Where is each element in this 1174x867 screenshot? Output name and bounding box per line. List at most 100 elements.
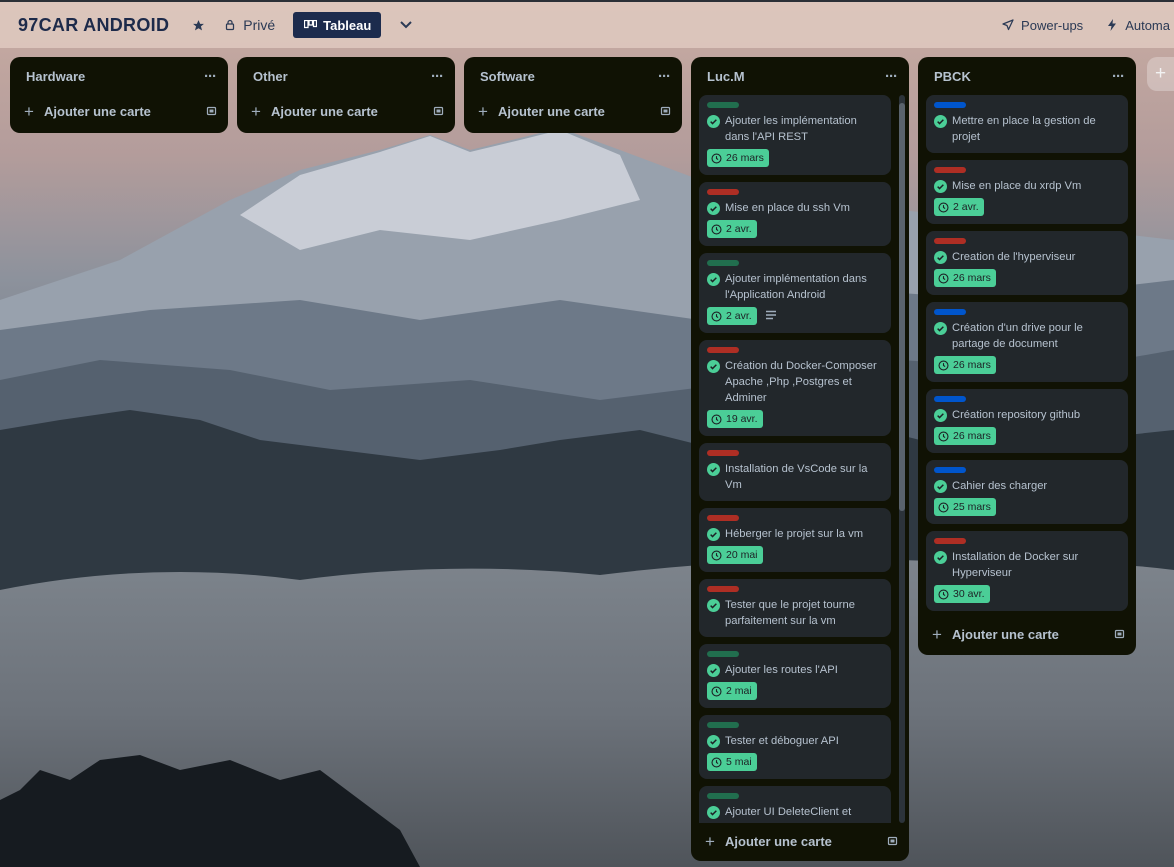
list-title[interactable]: PBCK bbox=[934, 69, 971, 84]
list-menu-button[interactable]: ··· bbox=[885, 69, 898, 84]
check-complete-icon[interactable] bbox=[934, 114, 947, 128]
list-menu-button[interactable]: ··· bbox=[1112, 69, 1125, 84]
card[interactable]: Héberger le projet sur la vm 20 mai bbox=[699, 508, 891, 572]
add-card-button[interactable]: + Ajouter une carte bbox=[237, 95, 455, 127]
card-label-red[interactable] bbox=[934, 167, 966, 173]
due-date-badge[interactable]: 5 mai bbox=[707, 753, 757, 771]
board-title[interactable]: 97CAR ANDROID bbox=[18, 15, 169, 36]
template-icon[interactable] bbox=[660, 105, 672, 117]
card[interactable]: Création du Docker-Composer Apache ,Php … bbox=[699, 340, 891, 436]
card[interactable]: Installation de VsCode sur la Vm bbox=[699, 443, 891, 501]
check-complete-icon[interactable] bbox=[707, 114, 720, 128]
card-label-green[interactable] bbox=[707, 102, 739, 108]
check-complete-icon[interactable] bbox=[934, 321, 947, 335]
card[interactable]: Tester et déboguer API 5 mai bbox=[699, 715, 891, 779]
due-date-badge[interactable]: 19 avr. bbox=[707, 410, 763, 428]
visibility-button[interactable]: Privé bbox=[219, 10, 279, 40]
powerups-button[interactable]: Power-ups bbox=[997, 10, 1087, 40]
card-label-green[interactable] bbox=[707, 722, 739, 728]
add-card-button[interactable]: + Ajouter une carte bbox=[918, 618, 1136, 650]
card-label-green[interactable] bbox=[707, 260, 739, 266]
list-scrollbar[interactable] bbox=[899, 95, 905, 823]
check-complete-icon[interactable] bbox=[934, 479, 947, 493]
card-label-blue[interactable] bbox=[934, 467, 966, 473]
card-label-red[interactable] bbox=[934, 538, 966, 544]
due-date-badge[interactable]: 26 mars bbox=[707, 149, 769, 167]
card[interactable]: Mise en place du ssh Vm 2 avr. bbox=[699, 182, 891, 246]
card-label-red[interactable] bbox=[707, 450, 739, 456]
add-card-button[interactable]: + Ajouter une carte bbox=[10, 95, 228, 127]
due-date-badge[interactable]: 26 mars bbox=[934, 427, 996, 445]
automation-button[interactable]: Automa bbox=[1101, 10, 1174, 40]
card[interactable]: Création repository github 26 mars bbox=[926, 389, 1128, 453]
star-button[interactable] bbox=[187, 10, 209, 40]
check-complete-icon[interactable] bbox=[707, 663, 720, 677]
list-menu-button[interactable]: ··· bbox=[431, 69, 444, 84]
due-date-badge[interactable]: 26 mars bbox=[934, 356, 996, 374]
card[interactable]: Installation de Docker sur Hyperviseur 30… bbox=[926, 531, 1128, 611]
card-label-red[interactable] bbox=[934, 238, 966, 244]
card-label-red[interactable] bbox=[707, 586, 739, 592]
card-label-red[interactable] bbox=[707, 189, 739, 195]
check-complete-icon[interactable] bbox=[934, 250, 947, 264]
card[interactable]: Cahier des charger 25 mars bbox=[926, 460, 1128, 524]
template-icon[interactable] bbox=[887, 835, 899, 847]
card-label-green[interactable] bbox=[707, 793, 739, 799]
card[interactable]: Ajouter UI DeleteClient et DeleteVoiture… bbox=[699, 786, 891, 823]
card[interactable]: Mettre en place la gestion de projet bbox=[926, 95, 1128, 153]
due-date-badge[interactable]: 2 avr. bbox=[707, 307, 757, 325]
card[interactable]: Mise en place du xrdp Vm 2 avr. bbox=[926, 160, 1128, 224]
list-title[interactable]: Other bbox=[253, 69, 288, 84]
due-date-badge[interactable]: 25 mars bbox=[934, 498, 996, 516]
card-label-blue[interactable] bbox=[934, 396, 966, 402]
check-complete-icon[interactable] bbox=[934, 550, 947, 564]
due-date-badge[interactable]: 20 mai bbox=[707, 546, 763, 564]
check-complete-icon[interactable] bbox=[707, 201, 720, 215]
plus-icon: + bbox=[705, 831, 715, 851]
card[interactable]: Creation de l'hyperviseur 26 mars bbox=[926, 231, 1128, 295]
due-date-badge[interactable]: 2 avr. bbox=[707, 220, 757, 238]
list-title[interactable]: Software bbox=[480, 69, 535, 84]
add-card-button[interactable]: + Ajouter une carte bbox=[464, 95, 682, 127]
due-date-badge[interactable]: 2 avr. bbox=[934, 198, 984, 216]
card-label-blue[interactable] bbox=[934, 102, 966, 108]
card-label-red[interactable] bbox=[707, 515, 739, 521]
card-label-green[interactable] bbox=[707, 651, 739, 657]
card[interactable]: Ajouter les routes l'API 2 mai bbox=[699, 644, 891, 708]
add-list-button[interactable]: + bbox=[1147, 57, 1174, 91]
card-title: Création du Docker-Composer Apache ,Php … bbox=[725, 360, 877, 404]
check-complete-icon[interactable] bbox=[707, 359, 720, 373]
template-icon[interactable] bbox=[206, 105, 218, 117]
template-icon[interactable] bbox=[433, 105, 445, 117]
check-complete-icon[interactable] bbox=[707, 734, 720, 748]
view-tableau-button[interactable]: Tableau bbox=[293, 12, 382, 38]
view-switcher-button[interactable] bbox=[395, 10, 417, 40]
list-menu-button[interactable]: ··· bbox=[658, 69, 671, 84]
check-complete-icon[interactable] bbox=[707, 598, 720, 612]
card-title: Mise en place du xrdp Vm bbox=[952, 180, 1082, 192]
add-card-button[interactable]: + Ajouter une carte bbox=[691, 825, 909, 857]
scrollbar-thumb[interactable] bbox=[899, 103, 905, 511]
list-menu-button[interactable]: ··· bbox=[204, 69, 217, 84]
card[interactable]: Ajouter les implémentation dans l'API RE… bbox=[699, 95, 891, 175]
check-complete-icon[interactable] bbox=[707, 805, 720, 819]
check-complete-icon[interactable] bbox=[707, 462, 720, 476]
check-complete-icon[interactable] bbox=[934, 408, 947, 422]
card-label-red[interactable] bbox=[707, 347, 739, 353]
due-date-badge[interactable]: 2 mai bbox=[707, 682, 757, 700]
due-date-badge[interactable]: 26 mars bbox=[934, 269, 996, 287]
plus-icon: + bbox=[932, 624, 942, 644]
card[interactable]: Création d'un drive pour le partage de d… bbox=[926, 302, 1128, 382]
clock-icon bbox=[711, 756, 722, 768]
due-date-badge[interactable]: 30 avr. bbox=[934, 585, 990, 603]
check-complete-icon[interactable] bbox=[934, 179, 947, 193]
card[interactable]: Tester que le projet tourne parfaitement… bbox=[699, 579, 891, 637]
check-complete-icon[interactable] bbox=[707, 272, 720, 286]
list-title[interactable]: Luc.M bbox=[707, 69, 745, 84]
template-icon[interactable] bbox=[1114, 628, 1126, 640]
list-title[interactable]: Hardware bbox=[26, 69, 85, 84]
card-label-blue[interactable] bbox=[934, 309, 966, 315]
card-title-row: Installation de VsCode sur la Vm bbox=[707, 461, 883, 493]
check-complete-icon[interactable] bbox=[707, 527, 720, 541]
card[interactable]: Ajouter implémentation dans l'Applicatio… bbox=[699, 253, 891, 333]
